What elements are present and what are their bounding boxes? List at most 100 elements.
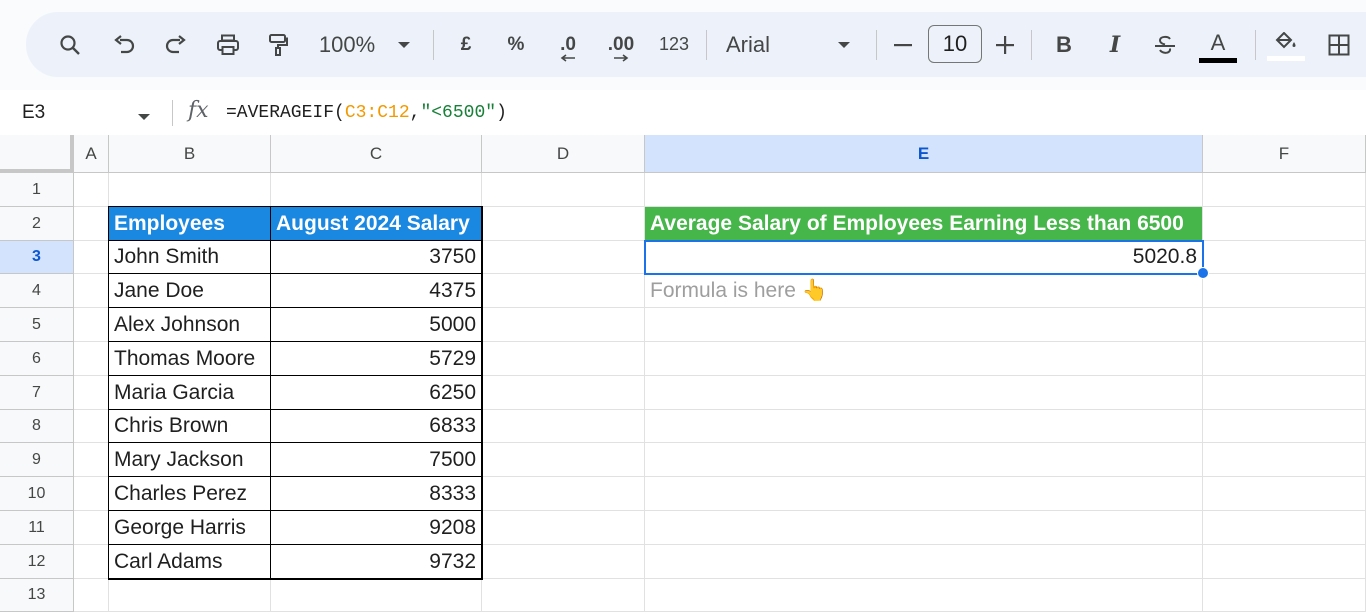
decrease-decimal-button[interactable]: .0 [548, 12, 588, 77]
undo-icon[interactable] [109, 12, 141, 77]
cell-d8[interactable] [482, 410, 645, 443]
print-icon[interactable] [212, 12, 244, 77]
cell-e12[interactable] [645, 545, 1203, 579]
employee-name-cell[interactable]: George Harris [109, 511, 271, 545]
borders-icon[interactable] [1324, 12, 1354, 77]
decrease-font-size-icon[interactable] [888, 12, 918, 77]
column-header-c[interactable]: C [271, 135, 482, 173]
cell-f1[interactable] [1203, 173, 1366, 207]
increase-decimal-button[interactable]: .00 [599, 12, 643, 77]
salary-cell[interactable]: 3750 [271, 241, 482, 274]
cell-a2[interactable] [74, 207, 109, 241]
cell-a9[interactable] [74, 443, 109, 477]
salary-cell[interactable]: 8333 [271, 477, 482, 511]
header-employees[interactable]: Employees [109, 207, 271, 241]
search-menus-icon[interactable] [54, 12, 86, 77]
employee-name-cell[interactable]: John Smith [109, 241, 271, 274]
cell-a10[interactable] [74, 477, 109, 511]
cell-e13[interactable] [645, 579, 1203, 612]
employee-name-cell[interactable]: Maria Garcia [109, 376, 271, 410]
cell-d7[interactable] [482, 376, 645, 410]
row-header-12[interactable]: 12 [0, 545, 74, 579]
cell-a12[interactable] [74, 545, 109, 579]
cell-b1[interactable] [109, 173, 271, 207]
cell-a11[interactable] [74, 511, 109, 545]
cell-d13[interactable] [482, 579, 645, 612]
cell-a1[interactable] [74, 173, 109, 207]
formula-input[interactable]: =AVERAGEIF(C3:C12, "<6500") [226, 90, 507, 135]
salary-cell[interactable]: 9208 [271, 511, 482, 545]
salary-cell[interactable]: 5729 [271, 342, 482, 376]
name-box[interactable]: E3 [22, 90, 45, 135]
formula-note[interactable]: Formula is here 👆 [645, 274, 1203, 308]
row-header-2[interactable]: 2 [0, 207, 74, 241]
salary-cell[interactable]: 7500 [271, 443, 482, 477]
column-header-b[interactable]: B [109, 135, 271, 173]
cell-d9[interactable] [482, 443, 645, 477]
cell-a3[interactable] [74, 241, 109, 274]
salary-cell[interactable]: 9732 [271, 545, 482, 579]
cell-c1[interactable] [271, 173, 482, 207]
select-all-corner[interactable] [0, 135, 74, 173]
fill-handle[interactable] [1197, 267, 1209, 279]
cell-a13[interactable] [74, 579, 109, 612]
cell-f12[interactable] [1203, 545, 1366, 579]
column-header-d[interactable]: D [482, 135, 645, 173]
cell-d4[interactable] [482, 274, 645, 308]
row-header-4[interactable]: 4 [0, 274, 74, 308]
employee-name-cell[interactable]: Carl Adams [109, 545, 271, 579]
row-header-13[interactable]: 13 [0, 579, 74, 612]
cell-a4[interactable] [74, 274, 109, 308]
row-header-8[interactable]: 8 [0, 410, 74, 443]
salary-cell[interactable]: 6833 [271, 410, 482, 443]
cell-e6[interactable] [645, 342, 1203, 376]
cell-d2[interactable] [482, 207, 645, 241]
column-header-e[interactable]: E [645, 135, 1203, 173]
cell-a5[interactable] [74, 308, 109, 342]
row-header-5[interactable]: 5 [0, 308, 74, 342]
cell-c13[interactable] [271, 579, 482, 612]
cell-d3[interactable] [482, 241, 645, 274]
cell-a6[interactable] [74, 342, 109, 376]
more-formats-button[interactable]: 123 [652, 12, 696, 77]
row-header-6[interactable]: 6 [0, 342, 74, 376]
cell-f2[interactable] [1203, 207, 1366, 241]
cell-e9[interactable] [645, 443, 1203, 477]
employee-name-cell[interactable]: Alex Johnson [109, 308, 271, 342]
header-salary[interactable]: August 2024 Salary [271, 207, 482, 241]
redo-icon[interactable] [159, 12, 191, 77]
cell-d1[interactable] [482, 173, 645, 207]
cell-f3[interactable] [1203, 241, 1366, 274]
employee-name-cell[interactable]: Thomas Moore [109, 342, 271, 376]
cell-e10[interactable] [645, 477, 1203, 511]
row-header-1[interactable]: 1 [0, 173, 74, 207]
row-header-3[interactable]: 3 [0, 241, 74, 274]
employee-name-cell[interactable]: Charles Perez [109, 477, 271, 511]
result-header[interactable]: Average Salary of Employees Earning Less… [645, 207, 1203, 241]
column-header-a[interactable]: A [74, 135, 109, 173]
cell-d5[interactable] [482, 308, 645, 342]
strikethrough-icon[interactable] [1150, 12, 1180, 77]
font-size-input[interactable]: 10 [928, 25, 982, 63]
cell-b13[interactable] [109, 579, 271, 612]
text-color-button[interactable]: A [1198, 12, 1238, 77]
cell-f10[interactable] [1203, 477, 1366, 511]
fill-color-button[interactable] [1266, 12, 1306, 77]
cell-f6[interactable] [1203, 342, 1366, 376]
cell-f11[interactable] [1203, 511, 1366, 545]
name-box-dropdown-icon[interactable] [137, 108, 151, 126]
cell-e8[interactable] [645, 410, 1203, 443]
cell-f9[interactable] [1203, 443, 1366, 477]
cell-f8[interactable] [1203, 410, 1366, 443]
bold-button[interactable]: B [1050, 12, 1078, 77]
font-select[interactable]: Arial [726, 12, 786, 77]
cell-f7[interactable] [1203, 376, 1366, 410]
cell-d6[interactable] [482, 342, 645, 376]
column-header-f[interactable]: F [1203, 135, 1366, 173]
result-value-cell[interactable]: 5020.8 [645, 241, 1203, 274]
cell-f4[interactable] [1203, 274, 1366, 308]
salary-cell[interactable]: 6250 [271, 376, 482, 410]
cell-e11[interactable] [645, 511, 1203, 545]
row-header-10[interactable]: 10 [0, 477, 74, 511]
cell-e7[interactable] [645, 376, 1203, 410]
